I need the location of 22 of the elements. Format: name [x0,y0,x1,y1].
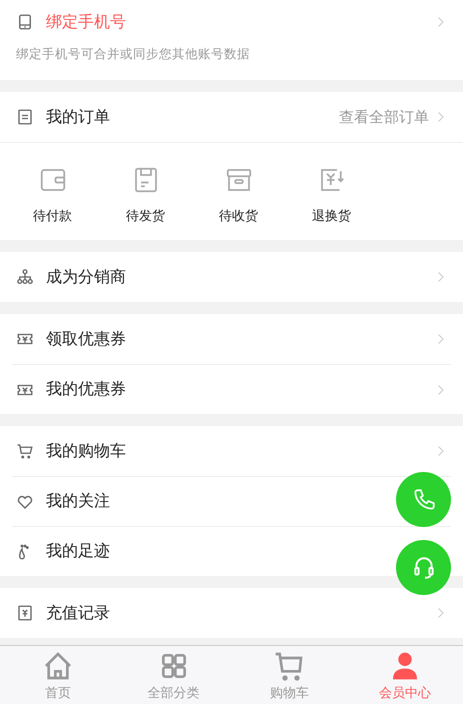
menu-item[interactable]: 成为分销商 [46,266,126,288]
menu-item[interactable]: 我的优惠券 [46,379,126,400]
order-status-label[interactable]: 待付款 [33,207,72,225]
tab-label: 购物车 [270,685,309,702]
org-chart-icon [16,268,34,286]
tab-label: 首页 [44,685,71,702]
menu-item[interactable]: 我的足迹 [46,541,110,562]
section-title: 我的订单 [46,106,110,128]
phone-icon [16,13,34,31]
receipt-icon [16,604,34,622]
order-status-label[interactable]: 待发货 [126,207,165,225]
menu-item[interactable]: 我的关注 [46,491,110,512]
bind-phone-hint: 绑定手机号可合并或同步您其他账号数据 [15,45,251,63]
order-status-label[interactable]: 退换货 [312,207,351,225]
tab-label: 会员中心 [379,685,432,702]
tab-label: 全部分类 [148,685,200,702]
menu-item[interactable]: 我的购物车 [46,440,126,462]
menu-item[interactable]: 充值记录 [46,602,110,624]
cart-icon [16,442,34,460]
order-list-icon [16,108,34,126]
menu-item[interactable]: 领取优惠券 [46,328,126,350]
order-status-label[interactable]: 待收货 [219,207,258,225]
